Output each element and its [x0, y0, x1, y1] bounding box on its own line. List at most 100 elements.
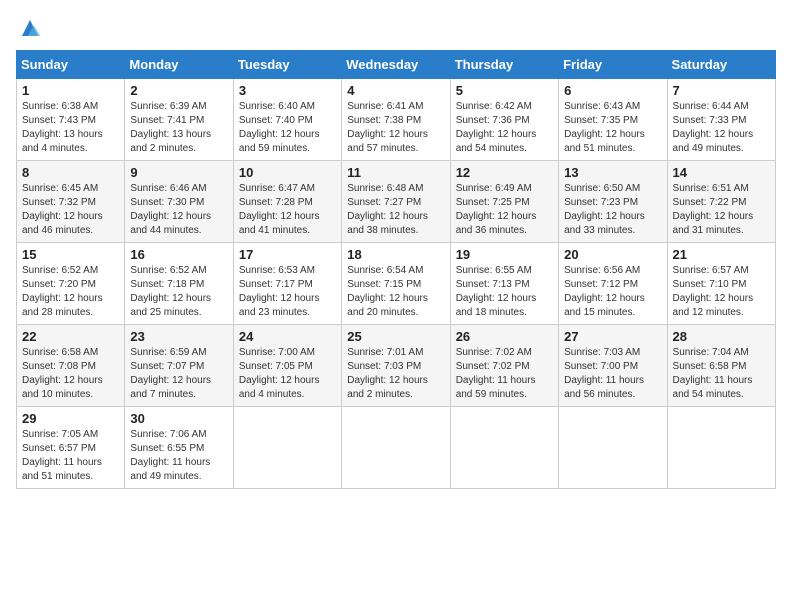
calendar-day-cell: 19Sunrise: 6:55 AMSunset: 7:13 PMDayligh…	[450, 243, 558, 325]
calendar-day-cell: 15 Sunrise: 6:52 AMSunset: 7:20 PMDayligh…	[17, 243, 125, 325]
day-info: Sunrise: 7:01 AMSunset: 7:03 PMDaylight:…	[347, 346, 444, 402]
day-info: Sunrise: 6:49 AMSunset: 7:25 PMDaylight:…	[456, 182, 553, 238]
empty-cell	[667, 407, 775, 489]
calendar-day-cell: 13 Sunrise: 6:50 AMSunset: 7:23 PMDayligh…	[559, 161, 667, 243]
calendar-header-thursday: Thursday	[450, 51, 558, 79]
calendar-day-cell: 27 Sunrise: 7:03 AMSunset: 7:00 PMDayligh…	[559, 325, 667, 407]
logo-icon	[18, 16, 42, 40]
calendar-day-cell: 18Sunrise: 6:54 AMSunset: 7:15 PMDayligh…	[342, 243, 450, 325]
day-number: 9	[130, 165, 227, 180]
calendar-day-cell: 6Sunrise: 6:43 AMSunset: 7:35 PMDaylight…	[559, 79, 667, 161]
day-info: Sunrise: 7:02 AMSunset: 7:02 PMDaylight:…	[456, 346, 553, 402]
calendar-header-saturday: Saturday	[667, 51, 775, 79]
calendar-day-cell: 2 Sunrise: 6:39 AMSunset: 7:41 PMDaylight…	[125, 79, 233, 161]
calendar-week-row: 1Sunrise: 6:38 AMSunset: 7:43 PMDaylight…	[17, 79, 776, 161]
calendar-week-row: 29Sunrise: 7:05 AMSunset: 6:57 PMDayligh…	[17, 407, 776, 489]
calendar-body: 1Sunrise: 6:38 AMSunset: 7:43 PMDaylight…	[17, 79, 776, 489]
day-info: Sunrise: 7:00 AMSunset: 7:05 PMDaylight:…	[239, 346, 336, 402]
day-number: 12	[456, 165, 553, 180]
day-number: 3	[239, 83, 336, 98]
day-number: 20	[564, 247, 661, 262]
empty-cell	[233, 407, 341, 489]
day-info: Sunrise: 6:53 AMSunset: 7:17 PMDaylight:…	[239, 264, 336, 320]
calendar-header-sunday: Sunday	[17, 51, 125, 79]
calendar-header-row: SundayMondayTuesdayWednesdayThursdayFrid…	[17, 51, 776, 79]
calendar-day-cell: 26 Sunrise: 7:02 AMSunset: 7:02 PMDayligh…	[450, 325, 558, 407]
calendar-week-row: 8Sunrise: 6:45 AMSunset: 7:32 PMDaylight…	[17, 161, 776, 243]
calendar-week-row: 22 Sunrise: 6:58 AMSunset: 7:08 PMDayligh…	[17, 325, 776, 407]
day-info: Sunrise: 6:44 AMSunset: 7:33 PMDaylight:…	[673, 100, 770, 156]
day-number: 21	[673, 247, 770, 262]
day-number: 4	[347, 83, 444, 98]
day-info: Sunrise: 6:59 AMSunset: 7:07 PMDaylight:…	[130, 346, 227, 402]
day-number: 22	[22, 329, 119, 344]
empty-cell	[450, 407, 558, 489]
day-number: 10	[239, 165, 336, 180]
day-number: 19	[456, 247, 553, 262]
calendar-day-cell: 30Sunrise: 7:06 AMSunset: 6:55 PMDayligh…	[125, 407, 233, 489]
day-number: 28	[673, 329, 770, 344]
calendar-day-cell: 14 Sunrise: 6:51 AMSunset: 7:22 PMDayligh…	[667, 161, 775, 243]
day-info: Sunrise: 6:52 AMSunset: 7:18 PMDaylight:…	[130, 264, 227, 320]
calendar-day-cell: 11Sunrise: 6:48 AMSunset: 7:27 PMDayligh…	[342, 161, 450, 243]
day-info: Sunrise: 6:52 AMSunset: 7:20 PMDaylight:…	[22, 264, 119, 320]
calendar-day-cell: 16 Sunrise: 6:52 AMSunset: 7:18 PMDayligh…	[125, 243, 233, 325]
day-number: 8	[22, 165, 119, 180]
day-info: Sunrise: 7:05 AMSunset: 6:57 PMDaylight:…	[22, 428, 119, 484]
day-number: 27	[564, 329, 661, 344]
calendar-day-cell: 23Sunrise: 6:59 AMSunset: 7:07 PMDayligh…	[125, 325, 233, 407]
day-info: Sunrise: 6:50 AMSunset: 7:23 PMDaylight:…	[564, 182, 661, 238]
day-info: Sunrise: 6:47 AMSunset: 7:28 PMDaylight:…	[239, 182, 336, 238]
calendar-day-cell: 22 Sunrise: 6:58 AMSunset: 7:08 PMDayligh…	[17, 325, 125, 407]
day-info: Sunrise: 7:03 AMSunset: 7:00 PMDaylight:…	[564, 346, 661, 402]
logo	[16, 16, 42, 40]
day-number: 7	[673, 83, 770, 98]
day-number: 26	[456, 329, 553, 344]
empty-cell	[342, 407, 450, 489]
empty-cell	[559, 407, 667, 489]
day-info: Sunrise: 6:39 AMSunset: 7:41 PMDaylight:…	[130, 100, 227, 156]
day-number: 16	[130, 247, 227, 262]
calendar-day-cell: 7 Sunrise: 6:44 AMSunset: 7:33 PMDaylight…	[667, 79, 775, 161]
day-number: 5	[456, 83, 553, 98]
day-info: Sunrise: 6:56 AMSunset: 7:12 PMDaylight:…	[564, 264, 661, 320]
calendar-day-cell: 3 Sunrise: 6:40 AMSunset: 7:40 PMDaylight…	[233, 79, 341, 161]
day-number: 14	[673, 165, 770, 180]
day-number: 25	[347, 329, 444, 344]
day-number: 24	[239, 329, 336, 344]
calendar-header-wednesday: Wednesday	[342, 51, 450, 79]
header	[16, 16, 776, 40]
calendar-header-friday: Friday	[559, 51, 667, 79]
calendar-day-cell: 12 Sunrise: 6:49 AMSunset: 7:25 PMDayligh…	[450, 161, 558, 243]
page: SundayMondayTuesdayWednesdayThursdayFrid…	[0, 0, 792, 612]
calendar-day-cell: 1Sunrise: 6:38 AMSunset: 7:43 PMDaylight…	[17, 79, 125, 161]
calendar-day-cell: 21 Sunrise: 6:57 AMSunset: 7:10 PMDayligh…	[667, 243, 775, 325]
day-info: Sunrise: 6:58 AMSunset: 7:08 PMDaylight:…	[22, 346, 119, 402]
day-info: Sunrise: 7:04 AMSunset: 6:58 PMDaylight:…	[673, 346, 770, 402]
calendar-day-cell: 24 Sunrise: 7:00 AMSunset: 7:05 PMDayligh…	[233, 325, 341, 407]
day-info: Sunrise: 6:40 AMSunset: 7:40 PMDaylight:…	[239, 100, 336, 156]
day-info: Sunrise: 6:43 AMSunset: 7:35 PMDaylight:…	[564, 100, 661, 156]
calendar-day-cell: 8Sunrise: 6:45 AMSunset: 7:32 PMDaylight…	[17, 161, 125, 243]
calendar-day-cell: 29Sunrise: 7:05 AMSunset: 6:57 PMDayligh…	[17, 407, 125, 489]
calendar-day-cell: 9 Sunrise: 6:46 AMSunset: 7:30 PMDaylight…	[125, 161, 233, 243]
day-info: Sunrise: 6:46 AMSunset: 7:30 PMDaylight:…	[130, 182, 227, 238]
calendar-day-cell: 4 Sunrise: 6:41 AMSunset: 7:38 PMDaylight…	[342, 79, 450, 161]
day-number: 15	[22, 247, 119, 262]
day-info: Sunrise: 6:57 AMSunset: 7:10 PMDaylight:…	[673, 264, 770, 320]
calendar-day-cell: 20 Sunrise: 6:56 AMSunset: 7:12 PMDayligh…	[559, 243, 667, 325]
calendar-header-tuesday: Tuesday	[233, 51, 341, 79]
calendar-table: SundayMondayTuesdayWednesdayThursdayFrid…	[16, 50, 776, 489]
calendar-day-cell: 28 Sunrise: 7:04 AMSunset: 6:58 PMDayligh…	[667, 325, 775, 407]
calendar-day-cell: 5 Sunrise: 6:42 AMSunset: 7:36 PMDaylight…	[450, 79, 558, 161]
calendar-day-cell: 17 Sunrise: 6:53 AMSunset: 7:17 PMDayligh…	[233, 243, 341, 325]
day-info: Sunrise: 6:42 AMSunset: 7:36 PMDaylight:…	[456, 100, 553, 156]
day-number: 13	[564, 165, 661, 180]
calendar-day-cell: 10 Sunrise: 6:47 AMSunset: 7:28 PMDayligh…	[233, 161, 341, 243]
day-info: Sunrise: 6:51 AMSunset: 7:22 PMDaylight:…	[673, 182, 770, 238]
day-number: 17	[239, 247, 336, 262]
calendar-week-row: 15 Sunrise: 6:52 AMSunset: 7:20 PMDayligh…	[17, 243, 776, 325]
day-info: Sunrise: 6:38 AMSunset: 7:43 PMDaylight:…	[22, 100, 119, 156]
day-info: Sunrise: 6:41 AMSunset: 7:38 PMDaylight:…	[347, 100, 444, 156]
day-number: 2	[130, 83, 227, 98]
